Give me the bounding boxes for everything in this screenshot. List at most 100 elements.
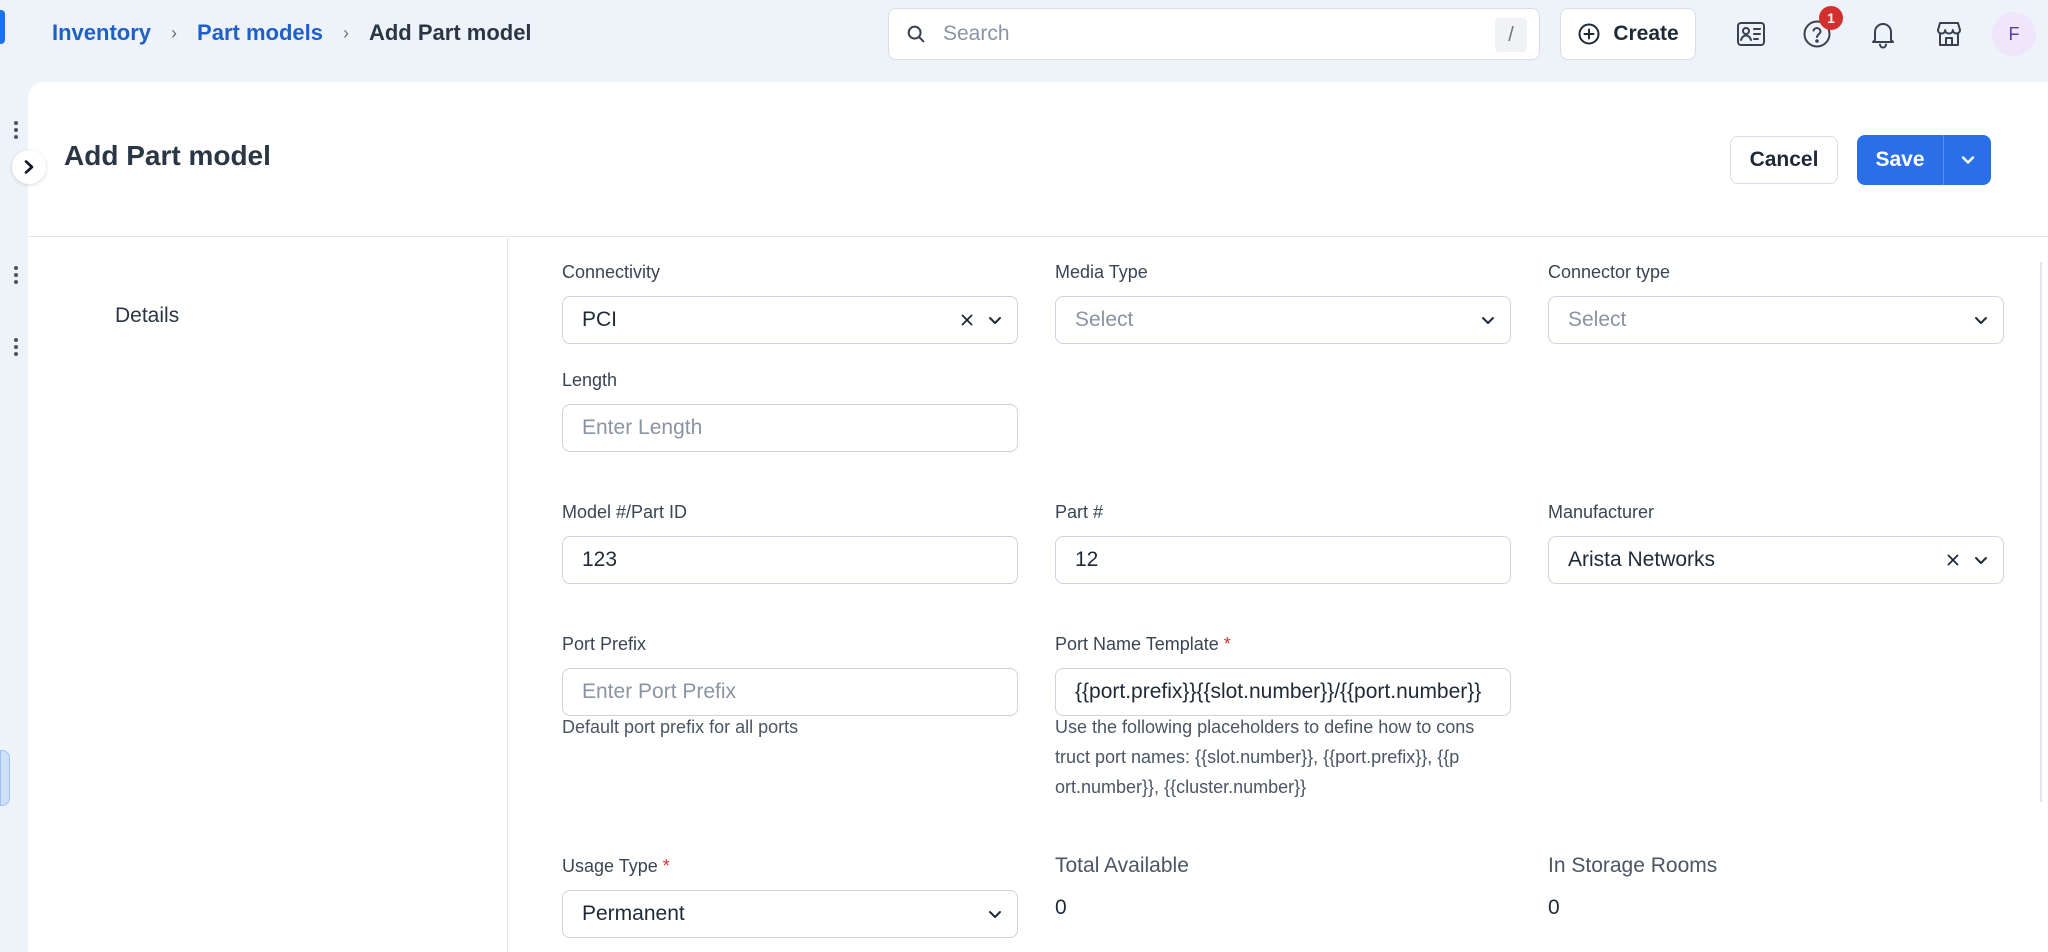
port-prefix-label: Port Prefix — [562, 634, 647, 654]
chevron-right-icon: › — [342, 22, 349, 43]
notifications-button[interactable] — [1863, 14, 1903, 54]
in-storage-rooms-label: In Storage Rooms — [1548, 854, 1718, 877]
required-mark: * — [662, 856, 670, 876]
length-label: Length — [562, 370, 618, 390]
usage-type-value: Permanent — [582, 902, 685, 925]
total-available-value: 0 — [1055, 896, 1067, 919]
chevron-down-icon — [1482, 317, 1494, 324]
part-number-field: Part # — [1055, 502, 1511, 602]
in-storage-rooms-value: 0 — [1548, 896, 1560, 919]
media-type-field: Media Type Select — [1055, 262, 1511, 362]
model-id-input[interactable] — [582, 548, 1017, 572]
part-number-input[interactable] — [1075, 548, 1510, 572]
media-type-placeholder: Select — [1075, 308, 1134, 331]
total-available-label: Total Available — [1055, 854, 1189, 877]
model-id-label: Model #/Part ID — [562, 502, 688, 522]
clear-icon[interactable] — [1945, 552, 1961, 568]
manufacturer-value: Arista Networks — [1568, 548, 1716, 571]
connector-type-placeholder: Select — [1568, 308, 1627, 331]
model-id-field: Model #/Part ID — [562, 502, 1018, 602]
breadcrumb-current: Add Part model — [368, 20, 532, 45]
length-input-wrapper — [562, 404, 1018, 452]
top-bar: Inventory › Part models › Add Part model… — [0, 0, 2048, 70]
help-button[interactable]: 1 — [1797, 6, 1843, 54]
media-type-label: Media Type — [1055, 262, 1148, 282]
usage-type-label-text: Usage Type — [562, 856, 658, 876]
search-box[interactable]: / — [888, 8, 1540, 60]
search-icon — [907, 25, 925, 43]
port-name-template-label: Port Name Template * — [1055, 634, 1511, 655]
search-input[interactable] — [943, 22, 1483, 46]
manufacturer-select[interactable]: Arista Networks — [1548, 536, 2004, 584]
usage-type-label: Usage Type * — [562, 856, 1018, 877]
breadcrumb-part-models[interactable]: Part models — [197, 20, 323, 46]
sidebar-expand-button[interactable] — [12, 150, 46, 184]
length-field: Length — [562, 370, 1018, 470]
connector-type-field: Connector type Select — [1548, 262, 2004, 362]
store-button[interactable] — [1929, 14, 1969, 54]
contact-list-icon — [1737, 22, 1765, 46]
chevron-down-icon — [989, 317, 1001, 324]
required-mark: * — [1223, 634, 1231, 654]
connectivity-select[interactable]: PCI — [562, 296, 1018, 344]
save-button-group: Save — [1857, 135, 1991, 185]
help-line: Use the following placeholders to define… — [1055, 717, 1475, 737]
rail-handle-icon[interactable] — [14, 118, 20, 142]
search-shortcut-key: / — [1495, 18, 1527, 52]
save-options-button[interactable] — [1943, 135, 1991, 185]
cancel-button[interactable]: Cancel — [1730, 136, 1838, 184]
page-title: Add Part model — [64, 140, 271, 171]
create-button-label: Create — [1613, 22, 1679, 45]
port-prefix-field: Port Prefix Default port prefix for all … — [562, 634, 1018, 754]
help-line: ort.number}}, {{cluster.number}} — [1055, 777, 1307, 797]
chevron-down-icon — [1975, 557, 1987, 564]
rail-handle-icon[interactable] — [14, 335, 20, 359]
connectivity-value: PCI — [582, 308, 618, 331]
section-nav: Details — [28, 238, 508, 952]
create-button[interactable]: Create — [1560, 8, 1696, 60]
contacts-button[interactable] — [1731, 14, 1771, 54]
save-button[interactable]: Save — [1857, 135, 1943, 185]
usage-type-select[interactable]: Permanent — [562, 890, 1018, 938]
port-prefix-input-wrapper — [562, 668, 1018, 716]
part-number-input-wrapper — [1055, 536, 1511, 584]
rail-handle-icon[interactable] — [14, 263, 20, 287]
user-avatar[interactable]: F — [1992, 12, 2036, 56]
clear-icon[interactable] — [959, 312, 975, 328]
chevron-down-icon — [1961, 156, 1974, 164]
port-prefix-input[interactable] — [582, 680, 1017, 704]
part-number-label: Part # — [1055, 502, 1104, 522]
breadcrumb-inventory[interactable]: Inventory — [52, 20, 151, 46]
plus-circle-icon — [1578, 23, 1600, 45]
port-name-template-label-text: Port Name Template — [1055, 634, 1219, 654]
length-input[interactable] — [582, 416, 1017, 440]
connectivity-label: Connectivity — [562, 262, 661, 282]
breadcrumb: Inventory › Part models › Add Part model — [52, 20, 532, 46]
usage-type-field: Usage Type * Permanent — [562, 856, 1018, 952]
scrollbar[interactable] — [2040, 262, 2042, 802]
connector-type-select[interactable]: Select — [1548, 296, 2004, 344]
section-nav-details[interactable]: Details — [115, 304, 179, 328]
connector-type-label: Connector type — [1548, 262, 1671, 282]
store-icon — [1937, 22, 1961, 46]
port-name-template-input-wrapper — [1055, 668, 1511, 716]
port-name-template-input[interactable] — [1075, 680, 1510, 704]
manufacturer-field: Manufacturer Arista Networks — [1548, 502, 2004, 602]
help-line: truct port names: {{slot.number}}, {{por… — [1055, 747, 1460, 767]
rail-indicator[interactable] — [0, 750, 10, 806]
connectivity-field: Connectivity PCI — [562, 262, 1018, 362]
chevron-down-icon — [989, 911, 1001, 918]
chevron-right-icon — [24, 160, 34, 174]
bell-icon — [1872, 23, 1894, 49]
app-logo-accent[interactable] — [0, 10, 5, 44]
media-type-select[interactable]: Select — [1055, 296, 1511, 344]
port-name-template-help: Use the following placeholders to define… — [1055, 712, 1511, 802]
chevron-down-icon — [1975, 317, 1987, 324]
help-badge: 1 — [1819, 6, 1843, 30]
page-header: Add Part model Cancel Save — [28, 82, 2048, 237]
model-id-input-wrapper — [562, 536, 1018, 584]
manufacturer-label: Manufacturer — [1548, 502, 1655, 522]
total-available-field: Total Available 0 — [1055, 854, 1511, 944]
port-prefix-help: Default port prefix for all ports — [562, 717, 799, 737]
port-name-template-field: Port Name Template * Use the following p… — [1055, 634, 1511, 814]
